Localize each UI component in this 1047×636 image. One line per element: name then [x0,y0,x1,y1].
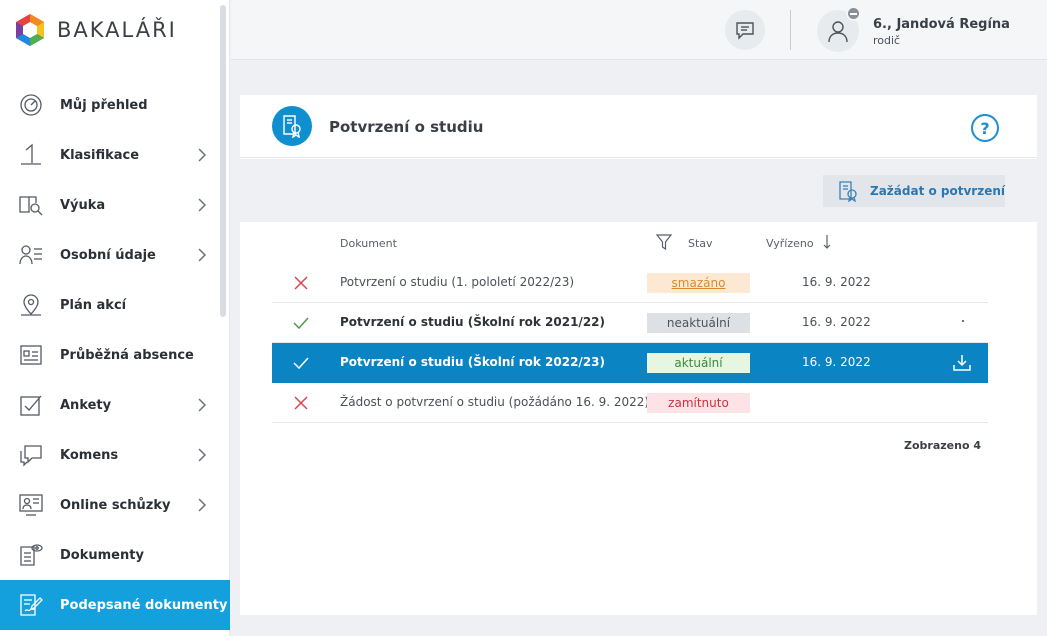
sidebar-item-label: Plán akcí [60,297,127,313]
sidebar-item-label: Průběžná absence [60,347,194,363]
sidebar-item-podepsane-dokumenty[interactable]: Podepsané dokumenty [0,580,230,630]
table-row[interactable]: Potvrzení o studiu (1. pololetí 2022/23)… [272,263,988,303]
certificate-icon [272,106,312,146]
sidebar-item-online-schuzky[interactable]: Online schůzky [0,480,230,530]
certificate-request-icon [839,181,857,202]
card-header: Potvrzení o studiu ? [240,95,1037,158]
chevron-right-icon [194,247,210,263]
status-badge[interactable]: smazáno [647,273,750,293]
sidebar-item-vyuka[interactable]: Výuka [0,180,230,230]
document-name: Potvrzení o studiu (Školní rok 2022/23) [340,355,606,369]
logo[interactable]: BAKALÁŘI [14,12,177,48]
column-document[interactable]: Dokument [340,237,397,250]
header-divider [790,10,791,50]
grade-one-icon [18,142,44,168]
request-confirmation-button[interactable]: Zažádat o potvrzení [823,175,1005,207]
table-row-selected[interactable]: Potvrzení o studiu (Školní rok 2022/23) … [272,343,988,383]
table-row[interactable]: Potvrzení o studiu (Školní rok 2021/22) … [272,303,988,343]
sidebar-item-label: Můj přehled [60,97,148,113]
sidebar-item-plan-akci[interactable]: Plán akcí [0,280,230,330]
x-icon [292,274,310,292]
sidebar-item-prehled[interactable]: Můj přehled [0,80,230,130]
column-state[interactable]: Stav [688,237,713,250]
sidebar-item-label: Klasifikace [60,147,140,163]
resolved-date: 16. 9. 2022 [802,275,871,289]
dot-marker [962,320,964,322]
chevron-right-icon [194,147,210,163]
sidebar-item-label: Podepsané dokumenty [60,597,228,613]
sidebar-item-dokumenty[interactable]: Dokumenty [0,530,230,580]
help-button[interactable]: ? [971,114,999,142]
resolved-date: 16. 9. 2022 [802,355,871,369]
user-role: rodič [873,34,901,47]
sidebar-item-prubezna-absence[interactable]: Průběžná absence [0,330,230,380]
user-icon [828,21,848,43]
table-header: Dokument Stav Vyřízeno [272,223,988,263]
sidebar: BAKALÁŘI Můj přehled Klasifikace Výuka O… [0,0,230,636]
checkbox-icon [18,392,44,418]
chevron-right-icon [194,497,210,513]
bakalari-logo-icon [16,14,44,46]
status-badge: aktuální [647,353,750,373]
status-badge: neaktuální [647,313,750,333]
request-button-label: Zažádat o potvrzení [870,184,1005,198]
messages-button[interactable] [725,10,765,50]
app-name: BAKALÁŘI [57,18,177,42]
row-count: Zobrazeno 4 [904,439,981,452]
id-card-icon [18,342,44,368]
sidebar-item-label: Ankety [60,397,112,413]
x-icon [292,394,310,412]
dashboard-icon [18,92,44,118]
chevron-right-icon [194,397,210,413]
status-badge [846,6,861,21]
toolbar: Zažádat o potvrzení [240,159,1037,222]
book-search-icon [18,192,44,218]
document-eye-icon [18,542,44,568]
sidebar-item-label: Osobní údaje [60,247,156,263]
check-icon [292,354,310,372]
sidebar-item-label: Online schůzky [60,497,171,513]
map-pin-icon [18,292,44,318]
sidebar-item-komens[interactable]: Komens [0,430,230,480]
sidebar-item-ankety[interactable]: Ankety [0,380,230,430]
page-title: Potvrzení o studiu [329,118,484,136]
user-name[interactable]: 6., Jandová Regína [873,17,1010,32]
filter-icon[interactable] [655,233,673,251]
column-resolved[interactable]: Vyřízeno [766,237,814,250]
main-card: Potvrzení o studiu ? Zažádat o potvrzení… [240,95,1037,615]
resolved-date: 16. 9. 2022 [802,315,871,329]
document-name: Žádost o potvrzení o studiu (požádáno 16… [340,395,650,409]
document-name: Potvrzení o studiu (Školní rok 2021/22) [340,315,606,329]
sidebar-item-label: Dokumenty [60,547,144,563]
check-icon [292,314,310,332]
sidebar-item-osobni-udaje[interactable]: Osobní údaje [0,230,230,280]
sidebar-item-klasifikace[interactable]: Klasifikace [0,130,230,180]
signed-document-icon [18,592,44,618]
chevron-right-icon [194,197,210,213]
chevron-right-icon [194,447,210,463]
video-meeting-icon [18,492,44,518]
message-icon [736,22,754,40]
sidebar-item-label: Výuka [60,197,106,213]
sort-down-icon[interactable] [821,234,833,250]
chat-icon [18,442,44,468]
sidebar-item-label: Komens [60,447,119,463]
document-table: Potvrzení o studiu (1. pololetí 2022/23)… [272,263,988,423]
top-header: 6., Jandová Regína rodič [231,0,1047,60]
status-badge: zamítnuto [647,393,750,413]
document-name: Potvrzení o studiu (1. pololetí 2022/23) [340,275,575,289]
download-icon[interactable] [952,353,972,373]
table-row[interactable]: Žádost o potvrzení o studiu (požádáno 16… [272,383,988,423]
sidebar-nav: Můj přehled Klasifikace Výuka Osobní úda… [0,80,230,630]
person-list-icon [18,242,44,268]
